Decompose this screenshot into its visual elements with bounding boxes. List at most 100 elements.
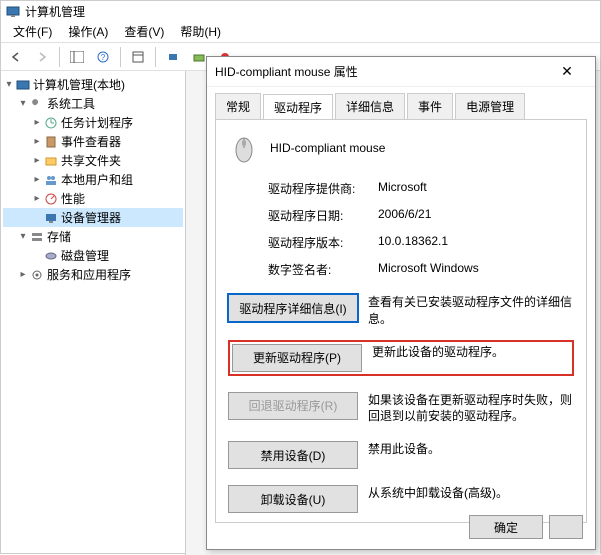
storage-icon	[29, 229, 45, 245]
show-hide-tree-button[interactable]	[66, 46, 88, 68]
computer-icon	[15, 77, 31, 93]
rollback-driver-button: 回退驱动程序(R)	[228, 392, 358, 420]
menu-action[interactable]: 操作(A)	[60, 21, 116, 42]
provider-label: 驱动程序提供商:	[268, 180, 378, 197]
mouse-icon	[228, 132, 260, 164]
menu-file[interactable]: 文件(F)	[5, 21, 60, 42]
driver-info: 驱动程序提供商: Microsoft 驱动程序日期: 2006/6/21 驱动程…	[268, 180, 574, 278]
tree-label: 共享文件夹	[61, 152, 121, 169]
tree-label: 性能	[61, 190, 85, 207]
tab-power[interactable]: 电源管理	[455, 93, 525, 119]
gear-icon	[29, 267, 45, 283]
clock-icon	[43, 115, 59, 131]
tree-system-tools[interactable]: ▾ 系统工具	[3, 94, 183, 113]
tree-label: 事件查看器	[61, 133, 121, 150]
expander-icon[interactable]: ▾	[3, 79, 15, 90]
tree-pane: ▾ 计算机管理(本地) ▾ 系统工具 ▸ 任务计划程序 ▸ 事件查看器 ▸	[1, 71, 186, 555]
uninstall-device-button[interactable]: 卸载设备(U)	[228, 485, 358, 513]
version-value: 10.0.18362.1	[378, 234, 448, 251]
tree-label: 任务计划程序	[61, 114, 133, 131]
driver-details-button[interactable]: 驱动程序详细信息(I)	[228, 294, 358, 322]
tree-local-users[interactable]: ▸ 本地用户和组	[3, 170, 183, 189]
tree-label: 设备管理器	[61, 209, 121, 226]
help-button[interactable]: ?	[92, 46, 114, 68]
properties-dialog: HID-compliant mouse 属性 ✕ 常规 驱动程序 详细信息 事件…	[206, 56, 596, 550]
dialog-titlebar: HID-compliant mouse 属性 ✕	[207, 57, 595, 87]
tree-event-viewer[interactable]: ▸ 事件查看器	[3, 132, 183, 151]
tab-details[interactable]: 详细信息	[335, 93, 405, 119]
disable-device-button[interactable]: 禁用设备(D)	[228, 441, 358, 469]
toolbar-sep-2	[120, 47, 121, 67]
tab-driver[interactable]: 驱动程序	[263, 94, 333, 120]
close-button[interactable]: ✕	[547, 58, 587, 86]
update-driver-button[interactable]: 更新驱动程序(P)	[232, 344, 362, 372]
tab-events[interactable]: 事件	[407, 93, 453, 119]
expander-icon[interactable]: ▾	[17, 231, 29, 242]
menu-view[interactable]: 查看(V)	[116, 21, 172, 42]
expander-icon[interactable]: ▸	[31, 174, 43, 185]
disable-device-desc: 禁用此设备。	[368, 441, 574, 458]
tree-root-label: 计算机管理(本地)	[33, 76, 125, 93]
forward-button[interactable]	[31, 46, 53, 68]
tab-general[interactable]: 常规	[215, 93, 261, 119]
main-titlebar: 计算机管理	[1, 1, 600, 21]
svg-text:?: ?	[101, 53, 106, 62]
menubar: 文件(F) 操作(A) 查看(V) 帮助(H)	[1, 21, 600, 43]
ok-button[interactable]: 确定	[469, 515, 543, 539]
row-rollback: 回退驱动程序(R) 如果该设备在更新驱动程序时失败，则回退到以前安装的驱动程序。	[228, 392, 574, 426]
tree-performance[interactable]: ▸ 性能	[3, 189, 183, 208]
users-icon	[43, 172, 59, 188]
properties-button[interactable]	[127, 46, 149, 68]
signer-value: Microsoft Windows	[378, 261, 479, 278]
expander-icon[interactable]: ▸	[31, 155, 43, 166]
tree-label: 磁盘管理	[61, 247, 109, 264]
tree-label: 系统工具	[47, 95, 95, 112]
device-mgr-icon	[43, 210, 59, 226]
toolbar-sep	[59, 47, 60, 67]
expander-icon[interactable]: ▸	[17, 269, 29, 280]
info-row-date: 驱动程序日期: 2006/6/21	[268, 207, 574, 224]
expander-icon[interactable]: ▸	[31, 136, 43, 147]
tree-label: 本地用户和组	[61, 171, 133, 188]
scan-hardware-button[interactable]	[162, 46, 184, 68]
row-uninstall: 卸载设备(U) 从系统中卸载设备(高级)。	[228, 485, 574, 513]
tree-storage[interactable]: ▾ 存储	[3, 227, 183, 246]
tabstrip: 常规 驱动程序 详细信息 事件 电源管理	[207, 87, 595, 119]
menu-help[interactable]: 帮助(H)	[172, 21, 229, 42]
tree-shared-folders[interactable]: ▸ 共享文件夹	[3, 151, 183, 170]
info-row-signer: 数字签名者: Microsoft Windows	[268, 261, 574, 278]
tree-task-scheduler[interactable]: ▸ 任务计划程序	[3, 113, 183, 132]
wrench-icon	[29, 96, 45, 112]
row-update: 更新驱动程序(P) 更新此设备的驱动程序。	[232, 344, 570, 372]
cancel-partial-button[interactable]	[549, 515, 583, 539]
uninstall-device-desc: 从系统中卸载设备(高级)。	[368, 485, 574, 502]
book-icon	[43, 134, 59, 150]
device-header: HID-compliant mouse	[228, 132, 574, 164]
device-name: HID-compliant mouse	[270, 141, 385, 155]
tree-root[interactable]: ▾ 计算机管理(本地)	[3, 75, 183, 94]
tree-device-manager[interactable]: 设备管理器	[3, 208, 183, 227]
folder-share-icon	[43, 153, 59, 169]
dialog-title: HID-compliant mouse 属性	[215, 63, 547, 80]
tree-disk-management[interactable]: 磁盘管理	[3, 246, 183, 265]
expander-icon[interactable]: ▸	[31, 117, 43, 128]
version-label: 驱动程序版本:	[268, 234, 378, 251]
back-button[interactable]	[5, 46, 27, 68]
main-title: 计算机管理	[25, 3, 85, 20]
row-details: 驱动程序详细信息(I) 查看有关已安装驱动程序文件的详细信息。	[228, 294, 574, 328]
tree-label: 存储	[47, 228, 71, 245]
tab-content: HID-compliant mouse 驱动程序提供商: Microsoft 驱…	[215, 119, 587, 523]
signer-label: 数字签名者:	[268, 261, 378, 278]
tree-services[interactable]: ▸ 服务和应用程序	[3, 265, 183, 284]
date-label: 驱动程序日期:	[268, 207, 378, 224]
dialog-footer: 确定	[469, 515, 583, 539]
expander-icon[interactable]: ▸	[31, 193, 43, 204]
mmc-icon	[5, 3, 21, 19]
driver-details-desc: 查看有关已安装驱动程序文件的详细信息。	[368, 294, 574, 328]
row-disable: 禁用设备(D) 禁用此设备。	[228, 441, 574, 469]
expander-icon[interactable]: ▾	[17, 98, 29, 109]
date-value: 2006/6/21	[378, 207, 431, 224]
update-driver-desc: 更新此设备的驱动程序。	[372, 344, 570, 361]
highlight-update: 更新驱动程序(P) 更新此设备的驱动程序。	[228, 340, 574, 376]
info-row-version: 驱动程序版本: 10.0.18362.1	[268, 234, 574, 251]
